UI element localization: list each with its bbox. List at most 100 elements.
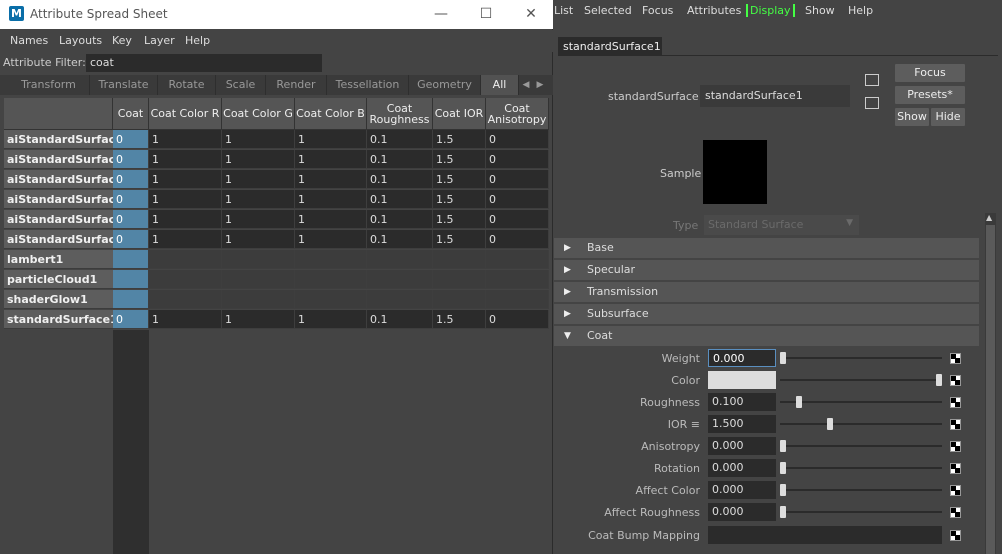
- table-cell[interactable]: 1: [295, 310, 367, 329]
- table-cell[interactable]: 0.1: [367, 230, 433, 249]
- table-cell[interactable]: 1: [295, 130, 367, 149]
- table-cell[interactable]: 0: [486, 170, 549, 189]
- coat-field-slider[interactable]: [780, 467, 942, 469]
- table-cell[interactable]: 1: [222, 130, 295, 149]
- coat-bump-mapping-field[interactable]: [708, 526, 942, 544]
- map-button-icon[interactable]: [950, 375, 961, 386]
- coat-field-input[interactable]: 0.000: [708, 459, 776, 477]
- tab-scroll-right-icon[interactable]: ▶: [533, 75, 547, 95]
- tab-rotate[interactable]: Rotate: [158, 75, 216, 95]
- menu-names[interactable]: Names: [10, 34, 48, 47]
- type-dropdown[interactable]: Standard Surface ▼: [704, 215, 859, 235]
- output-connection-icon[interactable]: [865, 97, 879, 109]
- coat-field-slider[interactable]: [780, 511, 942, 513]
- table-cell[interactable]: [433, 270, 486, 289]
- table-cell[interactable]: 1: [222, 150, 295, 169]
- col-header-coat-color-g[interactable]: Coat Color G: [222, 98, 295, 130]
- table-cell[interactable]: 1: [222, 210, 295, 229]
- table-cell[interactable]: [295, 290, 367, 309]
- table-cell[interactable]: 0.1: [367, 190, 433, 209]
- table-cell[interactable]: 0: [486, 210, 549, 229]
- menu-show[interactable]: Show: [805, 4, 835, 17]
- tab-all[interactable]: All: [481, 75, 519, 95]
- table-cell[interactable]: 0: [113, 130, 149, 149]
- table-cell[interactable]: 1: [222, 170, 295, 189]
- table-cell[interactable]: 1: [149, 210, 222, 229]
- row-header[interactable]: aiStandardSurface4: [4, 190, 113, 209]
- maximize-button[interactable]: ☐: [466, 3, 506, 25]
- coat-color-swatch[interactable]: [708, 371, 776, 389]
- table-cell[interactable]: 1: [222, 230, 295, 249]
- map-button-icon[interactable]: [950, 463, 961, 474]
- table-cell[interactable]: 1: [295, 190, 367, 209]
- table-cell[interactable]: 0: [486, 190, 549, 209]
- row-header[interactable]: aiStandardSurface5: [4, 210, 113, 229]
- section-subsurface[interactable]: ▶ Subsurface: [554, 304, 979, 324]
- coat-field-input[interactable]: 0.000: [708, 503, 776, 521]
- scroll-up-icon[interactable]: ▲: [986, 213, 992, 222]
- coat-field-input[interactable]: 0.100: [708, 393, 776, 411]
- minimize-button[interactable]: —: [421, 3, 461, 25]
- row-header[interactable]: lambert1: [4, 250, 113, 269]
- tab-render[interactable]: Render: [266, 75, 327, 95]
- input-connection-icon[interactable]: [865, 74, 879, 86]
- slider-handle[interactable]: [780, 462, 786, 474]
- table-cell[interactable]: 1.5: [433, 190, 486, 209]
- menu-focus[interactable]: Focus: [642, 4, 673, 17]
- coat-field-slider[interactable]: [780, 489, 942, 491]
- table-cell[interactable]: [113, 290, 149, 309]
- table-cell[interactable]: [295, 250, 367, 269]
- menu-display[interactable]: Display: [746, 4, 795, 17]
- coat-field-slider[interactable]: [780, 423, 942, 425]
- map-button-icon[interactable]: [950, 507, 961, 518]
- table-cell[interactable]: 1: [295, 150, 367, 169]
- node-tab[interactable]: standardSurface1: [558, 37, 662, 56]
- table-cell[interactable]: 1: [149, 170, 222, 189]
- col-header-coat[interactable]: Coat: [113, 98, 149, 130]
- table-cell[interactable]: 0: [486, 130, 549, 149]
- table-cell[interactable]: 0.1: [367, 210, 433, 229]
- table-cell[interactable]: 1: [149, 310, 222, 329]
- section-transmission[interactable]: ▶ Transmission: [554, 282, 979, 302]
- coat-field-slider[interactable]: [780, 357, 942, 359]
- node-name-field[interactable]: standardSurface1: [700, 85, 850, 107]
- coat-field-slider[interactable]: [780, 401, 942, 403]
- table-cell[interactable]: 1.5: [433, 170, 486, 189]
- hide-button[interactable]: Hide: [931, 108, 965, 126]
- table-cell[interactable]: 1: [222, 190, 295, 209]
- slider-handle[interactable]: [780, 440, 786, 452]
- table-cell[interactable]: 1.5: [433, 210, 486, 229]
- table-cell[interactable]: 1.5: [433, 310, 486, 329]
- col-header-coat-anisotropy[interactable]: Coat Anisotropy: [486, 98, 549, 130]
- attribute-filter-input[interactable]: coat: [86, 54, 322, 72]
- table-cell[interactable]: [149, 270, 222, 289]
- table-cell[interactable]: [149, 250, 222, 269]
- menu-selected[interactable]: Selected: [584, 4, 632, 17]
- section-base[interactable]: ▶ Base: [554, 238, 979, 258]
- tab-transform[interactable]: Transform: [8, 75, 90, 95]
- close-button[interactable]: ✕: [511, 3, 551, 25]
- table-cell[interactable]: [222, 290, 295, 309]
- coat-field-input[interactable]: 0.000: [708, 481, 776, 499]
- tab-translate[interactable]: Translate: [90, 75, 158, 95]
- table-cell[interactable]: 1: [149, 190, 222, 209]
- table-cell[interactable]: 1.5: [433, 230, 486, 249]
- table-cell[interactable]: [367, 270, 433, 289]
- map-button-icon[interactable]: [950, 353, 961, 364]
- col-header-coat-roughness[interactable]: Coat Roughness: [367, 98, 433, 130]
- tab-geometry[interactable]: Geometry: [409, 75, 481, 95]
- slider-handle[interactable]: [780, 506, 786, 518]
- table-cell[interactable]: 0: [486, 230, 549, 249]
- menu-layer[interactable]: Layer: [144, 34, 175, 47]
- table-cell[interactable]: [222, 270, 295, 289]
- table-cell[interactable]: [486, 290, 549, 309]
- attribute-editor-scrollbar[interactable]: ▲: [985, 213, 996, 554]
- table-cell[interactable]: 0: [113, 310, 149, 329]
- slider-handle[interactable]: [780, 352, 786, 364]
- menu-layouts[interactable]: Layouts: [59, 34, 102, 47]
- table-cell[interactable]: 1: [222, 310, 295, 329]
- table-cell[interactable]: 1: [295, 230, 367, 249]
- slider-handle[interactable]: [827, 418, 833, 430]
- row-header[interactable]: aiStandardSurface2: [4, 150, 113, 169]
- table-cell[interactable]: 1.5: [433, 150, 486, 169]
